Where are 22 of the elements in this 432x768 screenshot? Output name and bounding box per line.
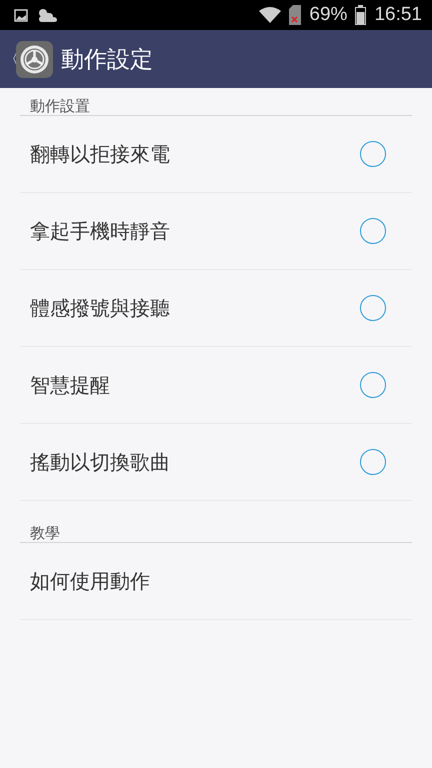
radio-toggle[interactable]: [360, 295, 386, 321]
sim-card-icon: [289, 5, 302, 25]
battery-icon: [355, 5, 366, 25]
settings-item[interactable]: 拿起手機時靜音: [20, 193, 412, 270]
clock-time: 16:51: [374, 4, 422, 26]
settings-item[interactable]: 翻轉以拒接來電: [20, 116, 412, 193]
section-header: 教學: [30, 524, 60, 542]
settings-icon: [16, 40, 53, 78]
wifi-icon: [259, 6, 282, 24]
battery-percent: 69%: [309, 4, 348, 26]
settings-item[interactable]: 搖動以切換歌曲: [20, 424, 412, 501]
settings-item[interactable]: 體感撥號與接聽: [20, 270, 412, 347]
radio-toggle[interactable]: [360, 449, 386, 475]
radio-toggle[interactable]: [360, 372, 386, 398]
image-icon: [14, 8, 28, 22]
settings-item[interactable]: 智慧提醒: [20, 347, 412, 424]
settings-item[interactable]: 如何使用動作: [20, 543, 412, 620]
section-header: 動作設置: [30, 96, 90, 116]
radio-toggle[interactable]: [360, 141, 386, 167]
screen-title: 動作設定: [61, 46, 153, 74]
weather-icon: [36, 7, 58, 23]
radio-toggle[interactable]: [360, 218, 386, 244]
